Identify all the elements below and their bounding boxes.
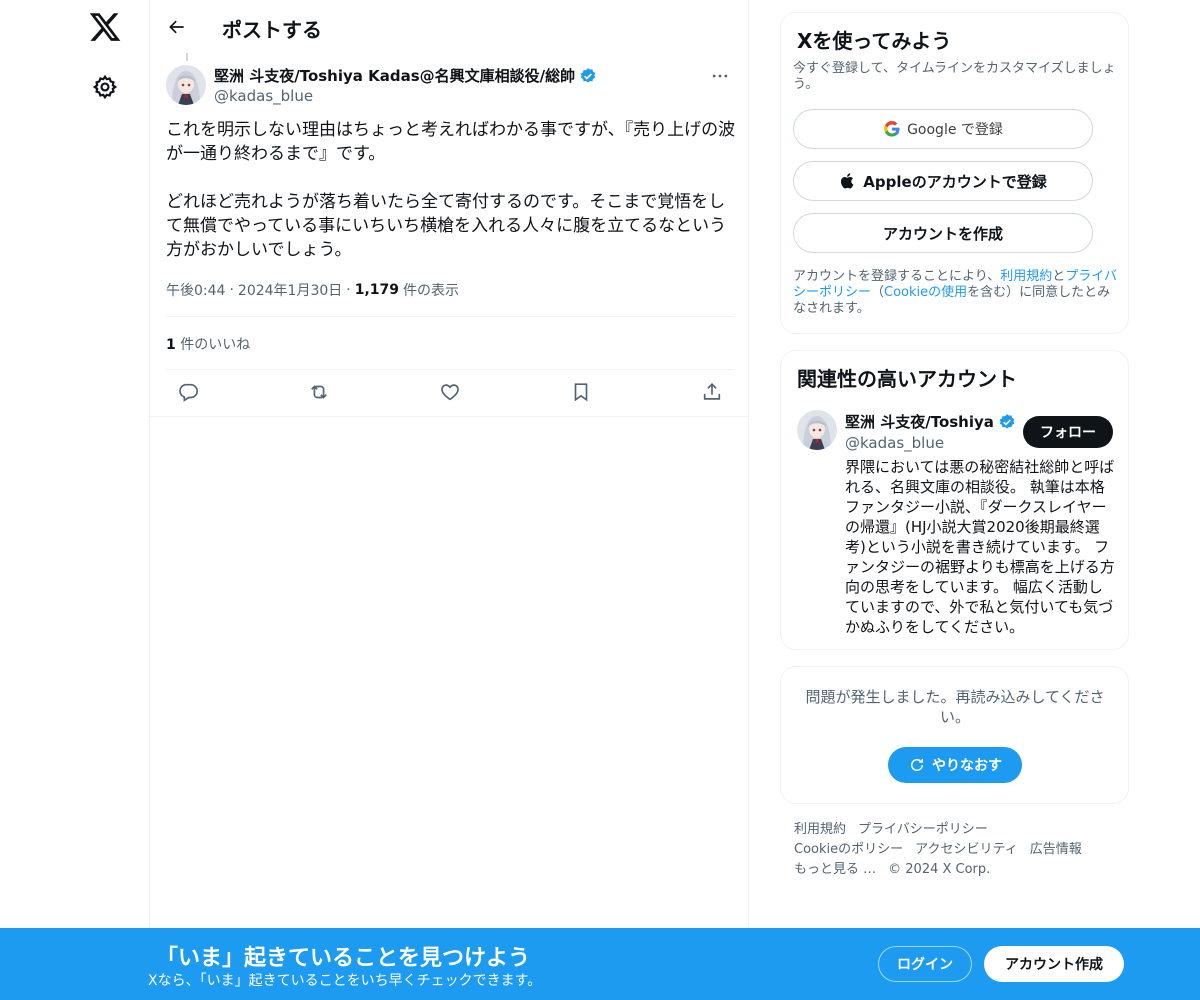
apple-signup-label: Appleのアカウントで登録 xyxy=(863,172,1047,191)
footer-link[interactable]: プライバシーポリシー xyxy=(858,822,988,837)
footer-link[interactable]: 利用規約 xyxy=(794,822,846,837)
likes-count: 1 xyxy=(166,337,176,353)
repost-button[interactable] xyxy=(305,378,333,406)
like-button[interactable] xyxy=(436,378,464,406)
like-icon xyxy=(441,384,459,401)
x-logo-icon[interactable] xyxy=(88,10,122,44)
signup-card: Xを使ってみよう 今すぐ登録して、タイムラインをカスタマイズしましょう。 Goo… xyxy=(780,12,1129,334)
divider xyxy=(166,369,734,370)
retry-label: やりなおす xyxy=(932,758,1002,774)
views-label: 件の表示 xyxy=(403,283,460,299)
refresh-icon xyxy=(911,759,923,771)
views-count: 1,179 xyxy=(354,282,400,298)
meta-separator: · xyxy=(229,282,234,298)
signup-button[interactable]: アカウント作成 xyxy=(984,946,1124,982)
verified-icon xyxy=(999,413,1015,429)
meta-separator: · xyxy=(346,282,351,298)
follow-button[interactable]: フォロー xyxy=(1023,416,1113,448)
author-name[interactable]: 堅洲 斗支夜/Toshiya Kadas@名興文庫相談役/総帥 xyxy=(214,65,597,86)
terms-link[interactable]: 利用規約 xyxy=(1000,269,1052,284)
legal-notice: アカウントを登録することにより、利用規約とプライバシーポリシー（Cookieの使… xyxy=(793,269,1121,317)
footer-link[interactable]: 広告情報 xyxy=(1030,842,1082,857)
thread-line xyxy=(186,53,188,61)
avatar[interactable] xyxy=(797,410,837,450)
more-button[interactable] xyxy=(708,64,732,88)
divider xyxy=(166,316,734,317)
signup-banner: 「いま」起きていることを見つけよう Xなら、「いま」起きていることをいち早くチェ… xyxy=(0,928,1200,1000)
error-message: 問題が発生しました。再読み込みしてください。 xyxy=(805,688,1105,726)
legal-text: と xyxy=(1052,269,1066,284)
footer-links: 利用規約 プライバシーポリシー Cookieのポリシー アクセシビリティ 広告情報 も… xyxy=(794,820,1124,880)
avatar[interactable] xyxy=(166,65,206,105)
login-button[interactable]: ログイン xyxy=(878,946,972,982)
cookie-link[interactable]: Cookieの使用 xyxy=(884,285,967,300)
back-button[interactable] xyxy=(162,12,192,42)
related-account-bio: 界隈においては悪の秘密結社総帥と呼ばれる、名興文庫の相談役。 執筆は本格ファンタ… xyxy=(845,458,1115,636)
footer-link[interactable]: アクセシビリティ xyxy=(915,842,1018,857)
create-account-button[interactable]: アカウントを作成 xyxy=(793,213,1093,253)
post-date[interactable]: 2024年1月30日 xyxy=(238,280,342,300)
page-title: ポストする xyxy=(222,18,322,42)
repost-icon xyxy=(311,385,327,399)
related-card-title: 関連性の高いアカウント xyxy=(797,367,1017,391)
left-nav xyxy=(0,0,150,1000)
create-account-label: アカウントを作成 xyxy=(882,224,1003,243)
banner-title: 「いま」起きていることを見つけよう xyxy=(156,946,531,971)
share-icon xyxy=(703,383,721,400)
bookmark-button[interactable] xyxy=(567,378,595,406)
google-icon xyxy=(884,121,900,137)
page-header: ポストする xyxy=(150,0,750,53)
reply-icon xyxy=(179,383,198,402)
likes-row[interactable]: 1 件のいいね xyxy=(166,334,250,354)
apple-signup-button[interactable]: Appleのアカウントで登録 xyxy=(793,161,1093,201)
main-column: ポストする 堅洲 斗支夜/Toshiya Kadas@名興文庫相談役/総帥 @k… xyxy=(149,0,750,1000)
copyright: © 2024 X Corp. xyxy=(888,862,991,877)
divider xyxy=(150,416,750,417)
related-account-name[interactable]: 堅洲 斗支夜/Toshiya xyxy=(845,411,1016,432)
legal-text: アカウントを登録することにより、 xyxy=(793,269,1001,284)
author-handle[interactable]: @kadas_blue xyxy=(214,87,313,105)
signup-card-subtitle: 今すぐ登録して、タイムラインをカスタマイズしましょう。 xyxy=(793,61,1116,92)
bookmark-icon xyxy=(574,383,588,402)
more-icon xyxy=(712,74,728,78)
reply-button[interactable] xyxy=(174,378,202,406)
error-card: 問題が発生しました。再読み込みしてください。 やりなおす xyxy=(780,666,1129,804)
gear-icon[interactable] xyxy=(92,74,118,100)
related-account-name-text: 堅洲 斗支夜/Toshiya xyxy=(845,413,994,431)
google-signup-label: Google で登録 xyxy=(907,122,1003,138)
post-time[interactable]: 午後0:44 xyxy=(166,280,225,300)
share-button[interactable] xyxy=(698,378,726,406)
apple-icon xyxy=(841,173,854,189)
signup-card-title: Xを使ってみよう xyxy=(797,29,952,53)
legal-text: （ xyxy=(871,285,885,300)
google-signup-button[interactable]: Google で登録 xyxy=(793,109,1093,149)
related-accounts-card: 関連性の高いアカウント 堅洲 斗支夜/Toshiya @kadas_blue フ… xyxy=(780,350,1129,650)
retry-button[interactable]: やりなおす xyxy=(888,747,1022,783)
post-actions xyxy=(166,378,734,408)
verified-icon xyxy=(580,67,596,83)
post-meta: 午後0:44 · 2024年1月30日 · 1,179 件の表示 xyxy=(166,280,459,300)
post-text: これを明示しない理由はちょっと考えればわかる事ですが、『売り上げの波が一通り終わ… xyxy=(166,120,736,260)
likes-label: 件のいいね xyxy=(180,337,251,353)
author-name-text: 堅洲 斗支夜/Toshiya Kadas@名興文庫相談役/総帥 xyxy=(214,67,576,85)
related-account-handle[interactable]: @kadas_blue xyxy=(845,434,944,452)
banner-subtitle: Xなら、「いま」起きていることをいち早くチェックできます。 xyxy=(148,973,542,989)
back-arrow-icon xyxy=(169,20,184,34)
footer-link[interactable]: もっと見る … xyxy=(794,862,876,877)
footer-link[interactable]: Cookieのポリシー xyxy=(794,842,903,857)
